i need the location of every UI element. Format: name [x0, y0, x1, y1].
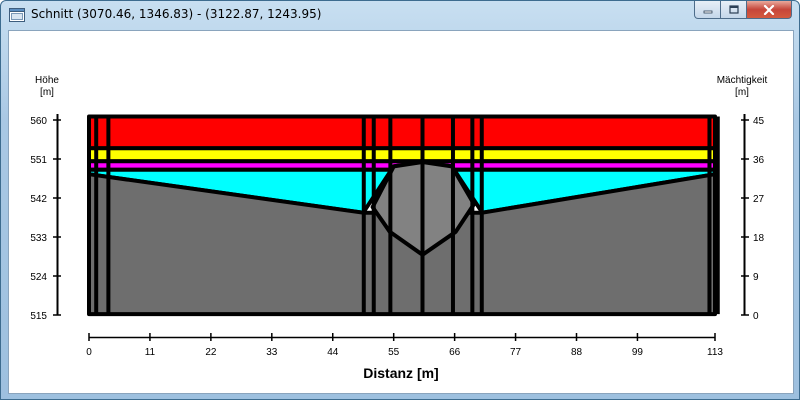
- x-tick-label: 88: [571, 347, 583, 358]
- chart-area: Höhe [m] 515 524 533 542 551 560 Mächtigkeit …: [8, 30, 794, 394]
- minimize-button[interactable]: [694, 1, 721, 19]
- right-tick-label: 36: [753, 155, 765, 166]
- cross-section-chart[interactable]: Höhe [m] 515524533542551560 Mächtigkeit …: [9, 31, 793, 393]
- x-tick-label: 11: [145, 347, 156, 358]
- x-tick-label: 22: [205, 347, 217, 358]
- minimize-icon: [703, 10, 712, 13]
- x-tick-label: 66: [449, 347, 461, 358]
- right-axis-label-line1: Mächtigkeit: [717, 75, 768, 86]
- right-tick-label: 27: [753, 194, 765, 205]
- left-axis-label-line1: Höhe: [35, 75, 59, 86]
- right-tick-label: 9: [753, 272, 759, 283]
- right-tick-label: 45: [753, 116, 765, 127]
- left-axis-ticks: 515 524 533 542 551 560: [30, 116, 61, 322]
- window-title: Schnitt (3070.46, 1346.83) - (3122.87, 1…: [31, 7, 322, 21]
- left-tick-label: 524: [30, 272, 47, 283]
- left-tick-label: 542: [30, 194, 47, 205]
- x-axis-label: Distanz [m]: [363, 365, 438, 381]
- close-button[interactable]: [747, 1, 792, 19]
- left-tick-label: 515: [30, 311, 47, 322]
- app-icon: [9, 8, 25, 22]
- title-bar[interactable]: Schnitt (3070.46, 1346.83) - (3122.87, 1…: [1, 1, 799, 29]
- left-tick-label: 551: [30, 155, 47, 166]
- left-tick-label: 533: [30, 233, 47, 244]
- x-tick-label: 33: [266, 347, 278, 358]
- x-tick-label: 77: [510, 347, 522, 358]
- maximize-button[interactable]: [721, 1, 747, 19]
- left-axis-label-line2: [m]: [40, 87, 54, 98]
- close-icon: [763, 4, 775, 15]
- right-axis-label-line2: [m]: [735, 87, 749, 98]
- layer-group: [87, 114, 717, 317]
- right-tick-label: 0: [753, 311, 759, 322]
- right-tick-label: 18: [753, 233, 765, 244]
- x-tick-label: 0: [86, 347, 92, 358]
- x-tick-label: 44: [327, 347, 339, 358]
- layer-red: [87, 114, 717, 151]
- x-tick-label: 113: [707, 347, 723, 358]
- maximize-icon: [728, 4, 739, 14]
- left-tick-label: 560: [30, 116, 47, 127]
- x-tick-label: 99: [632, 347, 644, 358]
- schnitt-window: Schnitt (3070.46, 1346.83) - (3122.87, 1…: [0, 0, 800, 400]
- x-tick-label: 55: [388, 347, 400, 358]
